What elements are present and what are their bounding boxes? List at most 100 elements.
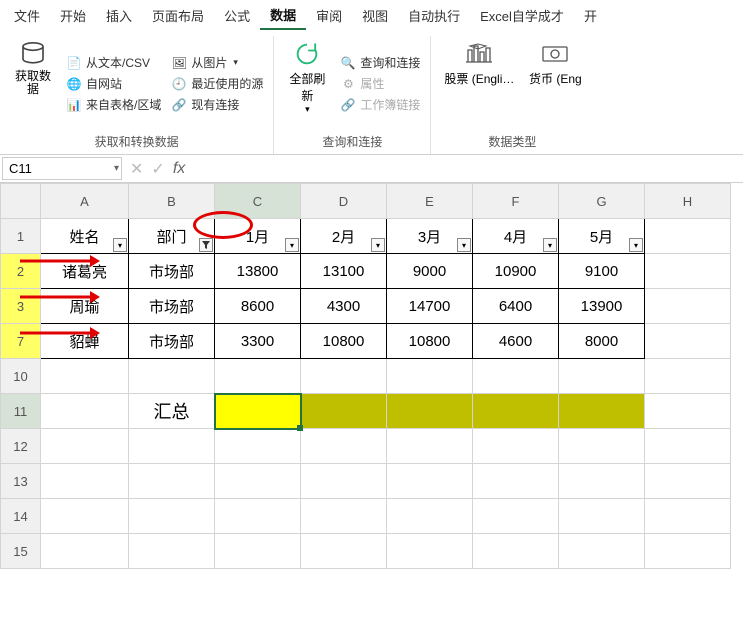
cell-F14[interactable] (473, 499, 559, 534)
col-header-B[interactable]: B (129, 184, 215, 219)
cell-E13[interactable] (387, 464, 473, 499)
cell-B14[interactable] (129, 499, 215, 534)
menu-review[interactable]: 审阅 (306, 2, 352, 29)
table-cell-7-4[interactable]: 10800 (387, 324, 473, 359)
table-cell-7-1[interactable]: 市场部 (129, 324, 215, 359)
cell-F10[interactable] (473, 359, 559, 394)
table-cell-3-6[interactable]: 13900 (559, 289, 645, 324)
col-header-G[interactable]: G (559, 184, 645, 219)
table-cell-2-6[interactable]: 9100 (559, 254, 645, 289)
col-header-C[interactable]: C (215, 184, 301, 219)
table-cell-2-1[interactable]: 市场部 (129, 254, 215, 289)
filter-button-3[interactable]: ▾ (371, 238, 385, 252)
row-header-11[interactable]: 11 (1, 394, 41, 429)
cell-A12[interactable] (41, 429, 129, 464)
fx-icon[interactable]: fx (173, 160, 185, 178)
cell-H14[interactable] (645, 499, 731, 534)
table-cell-3-5[interactable]: 6400 (473, 289, 559, 324)
spreadsheet-grid[interactable]: ABCDEFGH1姓名▾部门1月▾2月▾3月▾4月▾5月▾2诸葛亮市场部1380… (0, 183, 743, 569)
cell-C14[interactable] (215, 499, 301, 534)
table-header-3[interactable]: 2月▾ (301, 219, 387, 254)
table-cell-3-0[interactable]: 周瑜 (41, 289, 129, 324)
filter-button-1[interactable] (199, 238, 213, 252)
cell-F11[interactable] (473, 394, 559, 429)
table-cell-2-5[interactable]: 10900 (473, 254, 559, 289)
currency-type-button[interactable]: 货币 (Eng (525, 36, 585, 131)
cell-G13[interactable] (559, 464, 645, 499)
col-header-D[interactable]: D (301, 184, 387, 219)
cell-A15[interactable] (41, 534, 129, 569)
cell-H15[interactable] (645, 534, 731, 569)
table-cell-7-2[interactable]: 3300 (215, 324, 301, 359)
filter-button-2[interactable]: ▾ (285, 238, 299, 252)
table-cell-2-4[interactable]: 9000 (387, 254, 473, 289)
chevron-down-icon[interactable]: ▾ (114, 163, 119, 174)
cell-G11[interactable] (559, 394, 645, 429)
cell-C13[interactable] (215, 464, 301, 499)
existing-connections-button[interactable]: 🔗现有连接 (169, 95, 265, 114)
row-header-15[interactable]: 15 (1, 534, 41, 569)
cell-C15[interactable] (215, 534, 301, 569)
table-cell-3-4[interactable]: 14700 (387, 289, 473, 324)
cell-E14[interactable] (387, 499, 473, 534)
cell-B10[interactable] (129, 359, 215, 394)
table-cell-2-3[interactable]: 13100 (301, 254, 387, 289)
formula-input[interactable] (191, 155, 743, 182)
table-cell-2-0[interactable]: 诸葛亮 (41, 254, 129, 289)
refresh-all-button[interactable]: 全部刷新 ▾ (282, 36, 332, 131)
menu-custom[interactable]: Excel自学成才 (470, 2, 574, 29)
cell-H11[interactable] (645, 394, 731, 429)
cell-B13[interactable] (129, 464, 215, 499)
name-box[interactable]: C11 ▾ (2, 157, 122, 180)
table-cell-7-5[interactable]: 4600 (473, 324, 559, 359)
cell-H10[interactable] (645, 359, 731, 394)
menu-data[interactable]: 数据 (260, 1, 306, 30)
cell-H13[interactable] (645, 464, 731, 499)
cell-A14[interactable] (41, 499, 129, 534)
cell-D15[interactable] (301, 534, 387, 569)
cell-H2[interactable] (645, 254, 731, 289)
cell-G15[interactable] (559, 534, 645, 569)
cell-A10[interactable] (41, 359, 129, 394)
row-header-2[interactable]: 2 (1, 254, 41, 289)
cell-H3[interactable] (645, 289, 731, 324)
table-header-0[interactable]: 姓名▾ (41, 219, 129, 254)
row-header-13[interactable]: 13 (1, 464, 41, 499)
col-header-E[interactable]: E (387, 184, 473, 219)
cell-F15[interactable] (473, 534, 559, 569)
cell-B12[interactable] (129, 429, 215, 464)
menu-formulas[interactable]: 公式 (214, 2, 260, 29)
table-header-4[interactable]: 3月▾ (387, 219, 473, 254)
cell-E11[interactable] (387, 394, 473, 429)
table-cell-7-0[interactable]: 貂蝉 (41, 324, 129, 359)
cell-G10[interactable] (559, 359, 645, 394)
queries-connections-button[interactable]: 🔍查询和连接 (338, 53, 422, 72)
row-header-12[interactable]: 12 (1, 429, 41, 464)
filter-button-4[interactable]: ▾ (457, 238, 471, 252)
filter-button-6[interactable]: ▾ (629, 238, 643, 252)
cell-H12[interactable] (645, 429, 731, 464)
cell-D12[interactable] (301, 429, 387, 464)
cell-F13[interactable] (473, 464, 559, 499)
col-header-F[interactable]: F (473, 184, 559, 219)
table-cell-3-1[interactable]: 市场部 (129, 289, 215, 324)
stock-type-button[interactable]: 股票 (Engli… (439, 36, 519, 131)
table-header-2[interactable]: 1月▾ (215, 219, 301, 254)
cell-H1[interactable] (645, 219, 731, 254)
cell-A11[interactable] (41, 394, 129, 429)
table-cell-7-6[interactable]: 8000 (559, 324, 645, 359)
cell-E10[interactable] (387, 359, 473, 394)
get-data-button[interactable]: 获取数 据 (8, 36, 58, 131)
from-table-button[interactable]: 📊来自表格/区域 (64, 95, 163, 114)
menu-file[interactable]: 文件 (4, 2, 50, 29)
select-all-corner[interactable] (1, 184, 41, 219)
cell-C12[interactable] (215, 429, 301, 464)
cell-E12[interactable] (387, 429, 473, 464)
cell-D14[interactable] (301, 499, 387, 534)
from-csv-button[interactable]: 📄从文本/CSV (64, 53, 163, 72)
menu-insert[interactable]: 插入 (96, 2, 142, 29)
row-header-10[interactable]: 10 (1, 359, 41, 394)
cell-F12[interactable] (473, 429, 559, 464)
row-header-7[interactable]: 7 (1, 324, 41, 359)
cell-C10[interactable] (215, 359, 301, 394)
